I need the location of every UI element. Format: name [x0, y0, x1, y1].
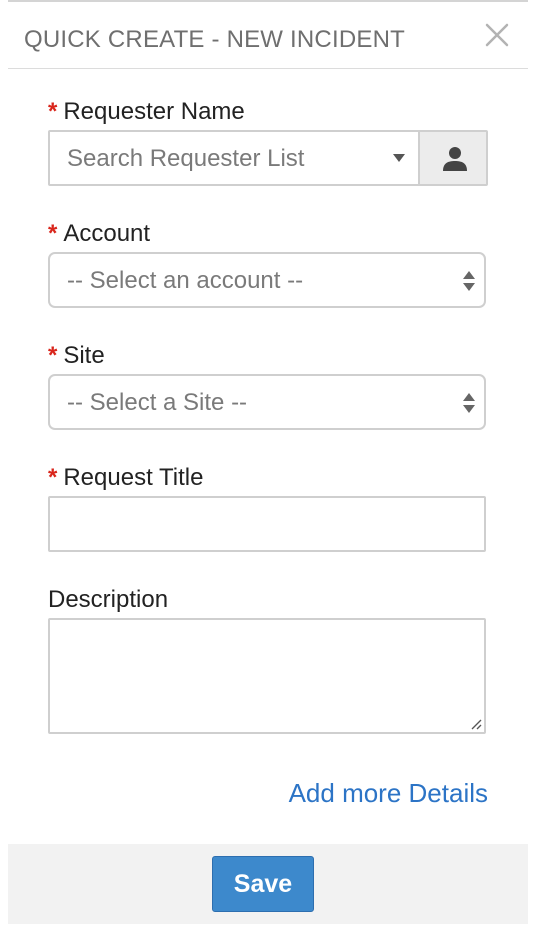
required-marker: *: [48, 342, 58, 369]
dialog-footer: Save: [8, 844, 528, 924]
site-label: * Site: [48, 342, 105, 369]
site-select-value: -- Select a Site --: [67, 389, 248, 416]
up-down-arrows-icon: [463, 393, 475, 413]
chevron-down-icon[interactable]: [392, 153, 406, 163]
dialog-title: QUICK CREATE - NEW INCIDENT: [24, 26, 405, 53]
requester-name-label: * Requester Name: [48, 98, 245, 125]
up-down-arrows-icon: [463, 271, 475, 291]
requester-search-placeholder: Search Requester List: [67, 145, 305, 172]
required-marker: *: [48, 464, 58, 491]
request-title-input[interactable]: [48, 496, 486, 552]
save-button[interactable]: Save: [212, 856, 314, 912]
resize-handle-icon[interactable]: [470, 718, 482, 730]
account-select-value: -- Select an account --: [67, 267, 304, 294]
quick-create-dialog: QUICK CREATE - NEW INCIDENT * Requester N…: [8, 0, 528, 924]
required-marker: *: [48, 98, 58, 125]
requester-lookup-button[interactable]: [418, 130, 488, 186]
add-more-details-link[interactable]: Add more Details: [288, 778, 488, 809]
close-icon[interactable]: [482, 20, 512, 50]
description-textarea[interactable]: [48, 618, 486, 734]
dialog-header: QUICK CREATE - NEW INCIDENT: [8, 2, 528, 69]
account-label: * Account: [48, 220, 151, 247]
requester-search-field[interactable]: Search Requester List: [48, 130, 488, 186]
required-marker: *: [48, 220, 58, 247]
request-title-label: * Request Title: [48, 464, 204, 491]
person-icon: [443, 147, 467, 171]
site-select[interactable]: -- Select a Site --: [48, 374, 486, 430]
account-select[interactable]: -- Select an account --: [48, 252, 486, 308]
description-label: Description: [48, 586, 169, 613]
